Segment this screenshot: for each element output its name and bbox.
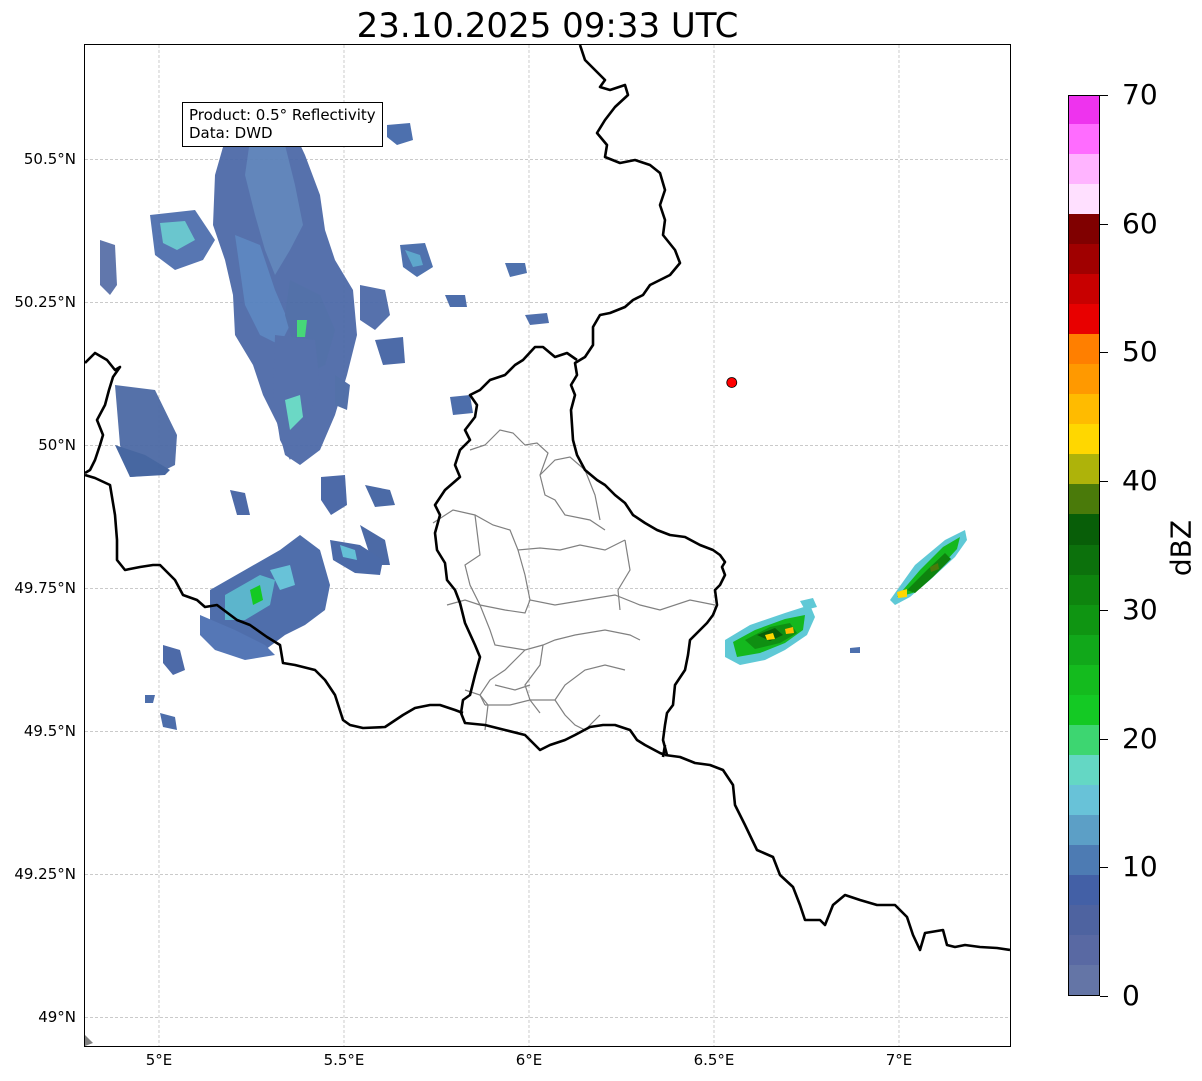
colorbar-tick-label-7: 70 [1122,78,1158,111]
colorbar-segment-12 [1069,603,1099,635]
colorbar-tick-6 [1100,223,1108,225]
colorbar-segment-2 [1069,904,1099,935]
colorbar-tick-4 [1100,481,1108,483]
colorbar-segment-9 [1069,694,1099,725]
colorbar-segment-3 [1069,874,1099,905]
lat-tick-label-5: 49.25°N [14,865,76,884]
lon-tick-label-4: 7°E [885,1051,913,1069]
colorbar-segment-27 [1069,153,1099,185]
colorbar-segment-24 [1069,243,1099,275]
colorbar-segment-11 [1069,634,1099,665]
colorbar-segment-14 [1069,543,1099,575]
info-box: Product: 0.5° Reflectivity Data: DWD [182,102,383,147]
colorbar-tick-label-0: 0 [1122,979,1140,1012]
colorbar-segment-23 [1069,273,1099,305]
colorbar-segment-19 [1069,393,1099,425]
colorbar-segment-13 [1069,573,1099,605]
colorbar-tick-label-3: 30 [1122,592,1158,626]
lon-tick-label-3: 6.5°E [693,1051,735,1069]
colorbar-segment-8 [1069,724,1099,755]
colorbar-tick-label-2: 20 [1122,721,1158,755]
colorbar-tick-0 [1100,996,1108,997]
map-canvas [85,45,1010,1046]
colorbar-segment-22 [1069,303,1099,335]
colorbar-segment-6 [1069,784,1099,815]
colorbar-tick-5 [1100,352,1108,354]
product-label: Product: 0.5° Reflectivity [189,106,376,124]
lon-tick-label-2: 6°E [515,1051,543,1069]
colorbar-tick-2 [1100,738,1108,740]
colorbar-tick-1 [1100,867,1108,869]
lon-tick-label-0: 5°E [145,1051,173,1069]
colorbar-segment-4 [1069,844,1099,875]
colorbar-tick-7 [1100,95,1108,96]
colorbar-segment-20 [1069,363,1099,395]
colorbar-segment-17 [1069,453,1099,485]
colorbar-tick-3 [1100,609,1108,611]
colorbar-segment-16 [1069,483,1099,515]
colorbar-segment-18 [1069,423,1099,455]
colorbar-segment-29 [1069,96,1099,125]
colorbar-segment-1 [1069,934,1099,965]
colorbar-tick-label-5: 50 [1122,335,1158,369]
colorbar-segment-7 [1069,754,1099,785]
colorbar-segment-5 [1069,814,1099,845]
map-title: 23.10.2025 09:33 UTC [356,6,739,46]
colorbar [1068,95,1100,996]
lat-tick-label-1: 50.25°N [14,293,76,312]
colorbar-tick-label-4: 40 [1122,464,1158,498]
lat-tick-label-2: 50°N [38,436,76,455]
colorbar-tick-label-6: 60 [1122,206,1158,240]
colorbar-segment-0 [1069,964,1099,995]
lat-tick-label-3: 49.75°N [14,579,76,598]
lat-tick-label-0: 50.5°N [23,150,76,169]
radar-site-marker[interactable] [726,377,738,388]
data-source-label: Data: DWD [189,124,273,142]
colorbar-segment-25 [1069,213,1099,245]
colorbar-segment-26 [1069,183,1099,215]
lat-tick-label-4: 49.5°N [23,722,76,741]
lon-tick-label-1: 5.5°E [323,1051,365,1069]
colorbar-title: dBZ [1164,519,1198,577]
colorbar-segment-28 [1069,123,1099,155]
colorbar-tick-label-1: 10 [1122,850,1158,884]
colorbar-segment-10 [1069,664,1099,695]
lat-tick-label-6: 49°N [38,1008,76,1027]
colorbar-segment-21 [1069,333,1099,365]
colorbar-segment-15 [1069,513,1099,545]
radar-map[interactable]: Product: 0.5° Reflectivity Data: DWD [85,45,1010,1046]
